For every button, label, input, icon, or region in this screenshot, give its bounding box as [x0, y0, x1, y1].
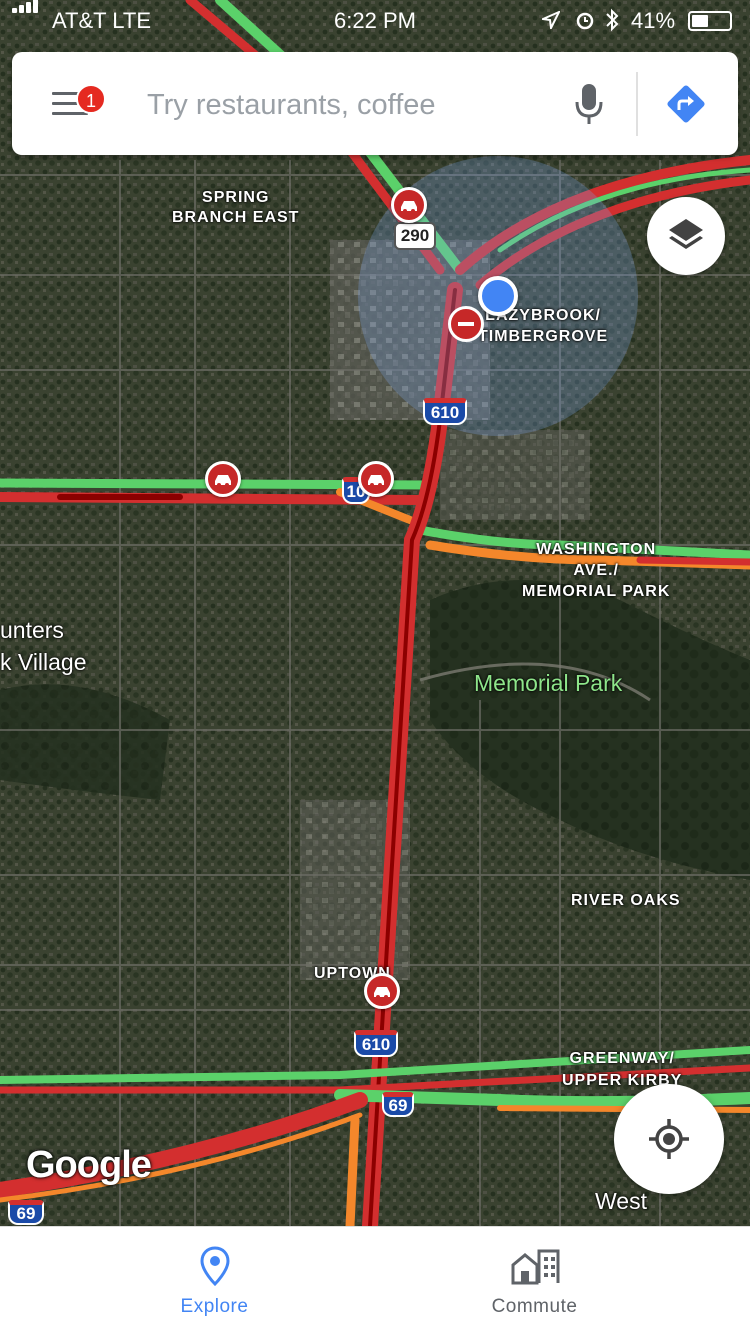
alarm-icon: [576, 12, 594, 30]
microphone-icon[interactable]: [572, 80, 606, 128]
label-line: GREENWAY/: [569, 1050, 675, 1067]
label-river-oaks: RIVER OAKS: [571, 892, 681, 909]
i610-south-shield: 610: [354, 1030, 398, 1057]
directions-icon[interactable]: [666, 84, 706, 124]
incident-icon[interactable]: [205, 461, 241, 497]
battery-icon: [688, 11, 732, 31]
map-view[interactable]: SPRING BRANCH EAST LAZYBROOK/ TIMBERGROV…: [0, 0, 750, 1226]
label-line: AVE./: [573, 562, 619, 579]
my-location-button[interactable]: [614, 1084, 724, 1194]
us-290-shield: 290: [394, 222, 436, 250]
location-pin-icon: [200, 1246, 230, 1286]
incident-icon[interactable]: [358, 461, 394, 497]
incident-icon[interactable]: [364, 973, 400, 1009]
bluetooth-icon: [606, 8, 619, 32]
label-hunters-creek-village: unters k Village: [0, 614, 87, 678]
tab-explore[interactable]: Explore: [27, 1227, 402, 1335]
commute-building-icon: [511, 1249, 560, 1285]
label-line: k Village: [0, 649, 87, 675]
us69-left-shield: 69: [8, 1200, 44, 1225]
label-spring-branch-east: SPRING BRANCH EAST: [172, 188, 299, 228]
label-memorial-park: Memorial Park: [474, 670, 623, 696]
label-line: unters: [0, 617, 64, 643]
label-line: WASHINGTON: [536, 541, 657, 558]
label-west: West: [595, 1188, 647, 1214]
i610-north-shield: 610: [423, 398, 467, 425]
notification-badge: 1: [76, 84, 106, 114]
us69-shield: 69: [382, 1092, 414, 1117]
status-bar: AT&T LTE 6:22 PM 41%: [0, 0, 750, 40]
label-washington-ave: WASHINGTON AVE./ MEMORIAL PARK: [522, 539, 670, 602]
layers-button[interactable]: [647, 197, 725, 275]
label-line: TIMBERGROVE: [478, 328, 609, 345]
search-divider: [636, 72, 638, 136]
label-line: BRANCH EAST: [172, 209, 300, 226]
location-arrow-icon: [542, 11, 560, 29]
label-line: MEMORIAL PARK: [522, 583, 671, 600]
label-line: SPRING: [202, 189, 270, 206]
tab-explore-label: Explore: [180, 1296, 249, 1317]
current-location-dot: [478, 276, 518, 316]
tab-commute[interactable]: Commute: [347, 1227, 722, 1335]
search-bar[interactable]: 1: [12, 52, 738, 155]
battery-percent: 41%: [631, 8, 676, 33]
layers-icon: [669, 219, 703, 249]
google-attribution: Google: [26, 1144, 152, 1186]
search-input[interactable]: [145, 83, 509, 127]
tab-commute-label: Commute: [491, 1296, 578, 1317]
my-location-icon: [649, 1119, 689, 1159]
road-closure-icon[interactable]: [448, 306, 484, 342]
bottom-navigation: Explore Commute: [0, 1226, 750, 1335]
incident-icon[interactable]: [391, 187, 427, 223]
